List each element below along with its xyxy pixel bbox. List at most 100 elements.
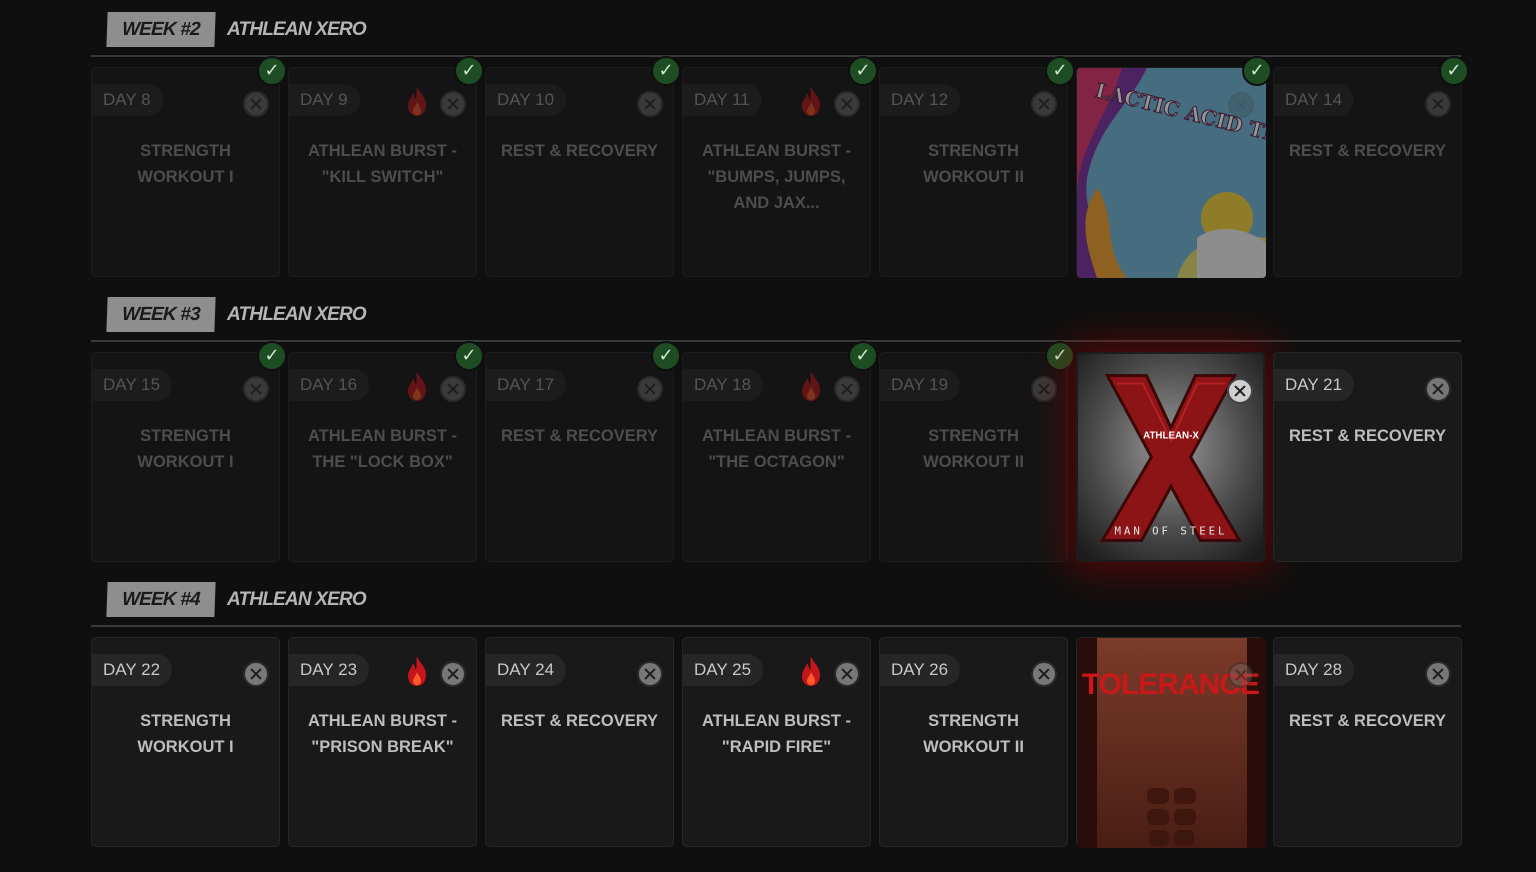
workout-title: REST & RECOVERY xyxy=(500,142,659,160)
day-card-16[interactable]: DAY 16 ✓ ATHLEAN BURST - THE "LOCK BOX" xyxy=(288,341,484,562)
remove-icon[interactable] xyxy=(1425,661,1451,687)
remove-icon[interactable] xyxy=(1228,92,1254,118)
day-card-22[interactable]: DAY 22 STRENGTH WORKOUT I xyxy=(91,637,280,847)
day-card-25[interactable]: DAY 25 ATHLEAN BURST - "RAPID FIRE" xyxy=(682,637,871,847)
remove-icon[interactable] xyxy=(834,91,860,117)
workout-title: ATHLEAN BURST - "PRISON BREAK" xyxy=(307,712,458,756)
day-card-26[interactable]: DAY 26 STRENGTH WORKOUT II xyxy=(879,637,1068,847)
check-complete-icon: ✓ xyxy=(848,56,878,86)
day-label: DAY 28 xyxy=(1274,654,1355,686)
challenge-card-xero-tolerance[interactable]: XERO TOLERANCE xyxy=(1076,637,1266,848)
day-card-19[interactable]: DAY 19 ✓ STRENGTH WORKOUT II xyxy=(879,341,1075,562)
remove-icon[interactable] xyxy=(1031,661,1057,687)
day-label: DAY 18 xyxy=(683,369,764,401)
week-3-section: WEEK #3 ATHLEAN XERO DAY 15 ✓ STRENGTH W… xyxy=(91,297,1462,562)
remove-icon[interactable] xyxy=(1227,378,1253,404)
day-card-28[interactable]: DAY 28 REST & RECOVERY xyxy=(1273,637,1462,847)
remove-icon[interactable] xyxy=(440,376,466,402)
check-complete-icon: ✓ xyxy=(651,56,681,86)
check-complete-icon: ✓ xyxy=(454,56,484,86)
challenge-title: MAN OF STEEL xyxy=(1115,524,1228,537)
remove-icon[interactable] xyxy=(1425,91,1451,117)
workout-title: STRENGTH WORKOUT II xyxy=(923,142,1024,186)
week-header: WEEK #3 ATHLEAN XERO xyxy=(91,297,1461,343)
fire-icon xyxy=(408,656,426,686)
workout-title: STRENGTH WORKOUT II xyxy=(923,427,1024,471)
fire-icon xyxy=(408,371,426,401)
remove-icon[interactable] xyxy=(834,376,860,402)
day-card-9[interactable]: DAY 9 ✓ ATHLEAN BURST - "KILL SWITCH" xyxy=(288,56,484,277)
week-program-name: ATHLEAN XERO xyxy=(227,304,367,325)
remove-icon[interactable] xyxy=(1228,662,1254,688)
challenge-card-man-of-steel[interactable]: ATHLEAN-X MAN OF STEEL xyxy=(1076,352,1265,562)
check-complete-icon: ✓ xyxy=(1242,56,1272,86)
remove-icon[interactable] xyxy=(1031,91,1057,117)
day-card-14[interactable]: DAY 14 ✓ REST & RECOVERY xyxy=(1273,56,1469,277)
workout-title: ATHLEAN BURST - "RAPID FIRE" xyxy=(701,712,852,756)
week-header: WEEK #4 ATHLEAN XERO xyxy=(91,582,1461,628)
remove-icon[interactable] xyxy=(637,376,663,402)
fire-icon xyxy=(802,86,820,116)
day-label: DAY 11 xyxy=(683,84,762,116)
remove-icon[interactable] xyxy=(243,91,269,117)
fire-icon xyxy=(802,371,820,401)
workout-title: ATHLEAN BURST - THE "LOCK BOX" xyxy=(307,427,458,471)
day-card-11[interactable]: DAY 11 ✓ ATHLEAN BURST - "BUMPS, JUMPS, … xyxy=(682,56,878,277)
day-card-17[interactable]: DAY 17 ✓ REST & RECOVERY xyxy=(485,341,681,562)
day-label: DAY 17 xyxy=(486,369,567,401)
day-label: DAY 19 xyxy=(880,369,961,401)
week-program-name: ATHLEAN XERO xyxy=(227,589,367,610)
day-card-24[interactable]: DAY 24 REST & RECOVERY xyxy=(485,637,674,847)
remove-icon[interactable] xyxy=(1425,376,1451,402)
check-complete-icon: ✓ xyxy=(1045,341,1075,371)
workout-title: REST & RECOVERY xyxy=(1288,142,1447,160)
week-tag: WEEK #3 xyxy=(106,297,216,332)
day-card-18[interactable]: DAY 18 ✓ ATHLEAN BURST - "THE OCTAGON" xyxy=(682,341,878,562)
day-label: DAY 12 xyxy=(880,84,961,116)
week-program-name: ATHLEAN XERO xyxy=(227,19,367,40)
check-complete-icon: ✓ xyxy=(1045,56,1075,86)
workout-title: ATHLEAN BURST - "BUMPS, JUMPS, AND JAX..… xyxy=(701,142,852,212)
remove-icon[interactable] xyxy=(637,661,663,687)
workout-title: ATHLEAN BURST - "THE OCTAGON" xyxy=(701,427,852,471)
day-card-8[interactable]: DAY 8 ✓ STRENGTH WORKOUT I xyxy=(91,56,287,277)
remove-icon[interactable] xyxy=(440,661,466,687)
day-label: DAY 22 xyxy=(92,654,173,686)
week-tag: WEEK #4 xyxy=(106,582,216,617)
remove-icon[interactable] xyxy=(1031,376,1057,402)
workout-title: STRENGTH WORKOUT I xyxy=(137,142,234,186)
day-card-23[interactable]: DAY 23 ATHLEAN BURST - "PRISON BREAK" xyxy=(288,637,477,847)
day-label: DAY 15 xyxy=(92,369,173,401)
day-card-21[interactable]: DAY 21 REST & RECOVERY xyxy=(1273,352,1462,562)
day-label: DAY 24 xyxy=(486,654,567,686)
workout-title: STRENGTH WORKOUT I xyxy=(137,427,234,471)
check-complete-icon: ✓ xyxy=(257,56,287,86)
check-complete-icon: ✓ xyxy=(651,341,681,371)
challenge-card-lactic-acid[interactable]: LACTIC ACID TRIP CHALLENGE ✓ xyxy=(1076,56,1272,278)
remove-icon[interactable] xyxy=(440,91,466,117)
day-card-12[interactable]: DAY 12 ✓ STRENGTH WORKOUT II xyxy=(879,56,1075,277)
check-complete-icon: ✓ xyxy=(257,341,287,371)
workout-title: REST & RECOVERY xyxy=(1288,427,1447,445)
check-complete-icon: ✓ xyxy=(848,341,878,371)
day-card-15[interactable]: DAY 15 ✓ STRENGTH WORKOUT I xyxy=(91,341,287,562)
remove-icon[interactable] xyxy=(243,661,269,687)
remove-icon[interactable] xyxy=(243,376,269,402)
check-complete-icon: ✓ xyxy=(454,341,484,371)
day-label: DAY 25 xyxy=(683,654,764,686)
workout-title: REST & RECOVERY xyxy=(500,427,659,445)
remove-icon[interactable] xyxy=(637,91,663,117)
check-complete-icon: ✓ xyxy=(1439,56,1469,86)
week-days-row: DAY 15 ✓ STRENGTH WORKOUT I DAY 16 ✓ ATH… xyxy=(91,341,1462,562)
day-label: DAY 23 xyxy=(289,654,370,686)
week-days-row: DAY 8 ✓ STRENGTH WORKOUT I DAY 9 ✓ ATHLE… xyxy=(91,56,1469,278)
week-2-section: WEEK #2 ATHLEAN XERO DAY 8 ✓ STRENGTH WO… xyxy=(91,12,1469,278)
fire-icon xyxy=(408,86,426,116)
day-label: DAY 10 xyxy=(486,84,567,116)
remove-icon[interactable] xyxy=(834,661,860,687)
week-divider xyxy=(91,340,1461,342)
workout-title: STRENGTH WORKOUT I xyxy=(137,712,234,756)
week-divider xyxy=(91,625,1461,627)
day-card-10[interactable]: DAY 10 ✓ REST & RECOVERY xyxy=(485,56,681,277)
week-days-row: DAY 22 STRENGTH WORKOUT I DAY 23 ATHLEAN… xyxy=(91,637,1462,848)
